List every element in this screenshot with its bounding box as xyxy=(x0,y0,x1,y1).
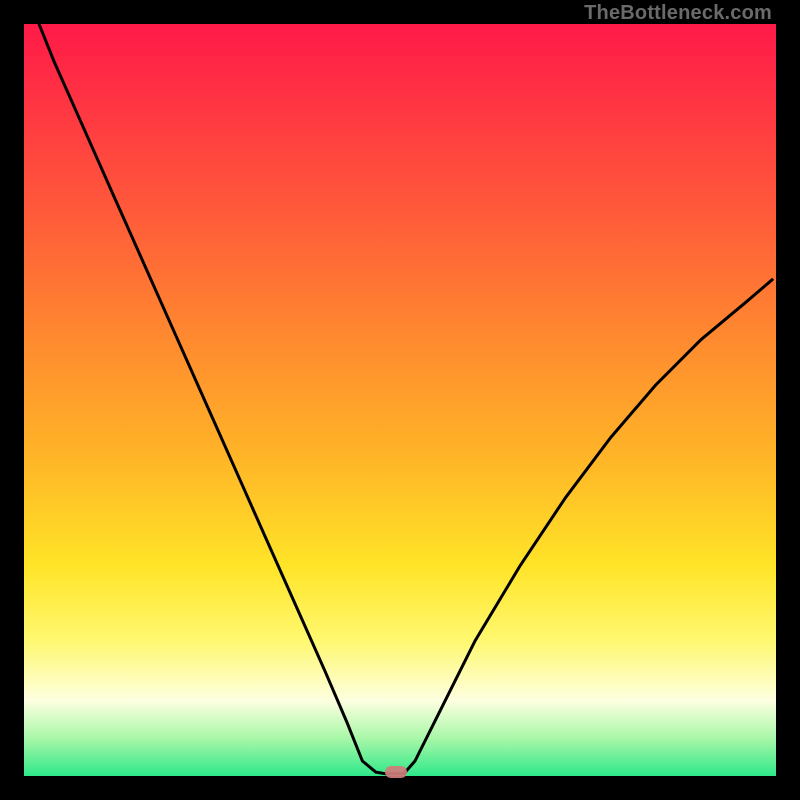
bottleneck-curve xyxy=(24,24,776,776)
optimal-point-marker xyxy=(385,766,407,778)
chart-frame: TheBottleneck.com xyxy=(0,0,800,800)
plot-area xyxy=(24,24,776,776)
watermark-text: TheBottleneck.com xyxy=(584,2,772,25)
